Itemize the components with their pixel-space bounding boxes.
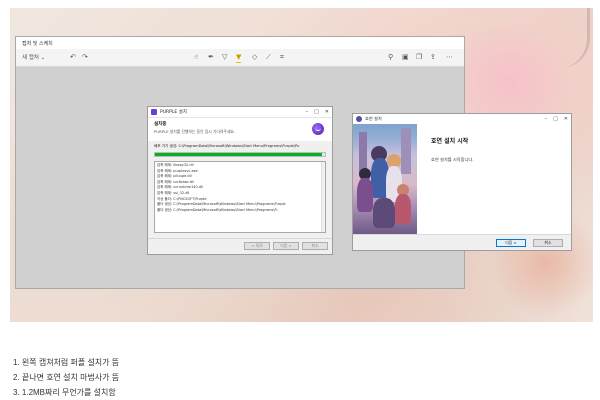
pencil-icon[interactable]: ▽ <box>222 53 227 62</box>
crop-icon[interactable]: ⌗ <box>280 53 284 62</box>
next-button[interactable]: 다음 > <box>496 239 526 247</box>
ballpoint-pen-icon[interactable]: ✒ <box>208 53 214 62</box>
current-task-text: 배포 가기 생성: C:\ProgramData\Microsoft\Windo… <box>154 144 300 148</box>
hoyeon-installer-title: 호연 설치 <box>365 116 382 121</box>
new-snip-button[interactable]: 새 캡처 ⌄ <box>22 54 45 63</box>
snipping-tool-toolbar: 새 캡처 ⌄ ↶ ↷ ☝ ✒ ▽ ▼ ◇ ⟋ ⌗ ⚲ ▣ ❐ ⇪ ⋯ <box>16 49 464 67</box>
hoyeon-welcome-panel: 호연 설치 시작 호연 설치를 시작합니다. <box>353 124 571 234</box>
purple-header-subtitle: PURPLE 설치를 진행하는 동안 잠시 기다려주세요. <box>154 129 236 134</box>
purple-app-icon <box>151 109 157 115</box>
log-scrollbar[interactable] <box>321 162 325 232</box>
back-button[interactable]: < 뒤로 <box>244 242 270 250</box>
eraser-icon[interactable]: ◇ <box>252 53 257 62</box>
note-line: 2. 끝나면 호연 설치 마법사가 뜸 <box>13 373 120 382</box>
purple-installer-title: PURPLE 설치 <box>160 110 187 115</box>
maximize-icon[interactable]: □ <box>314 109 319 115</box>
maximize-icon[interactable]: □ <box>553 116 558 122</box>
wallpaper-decoration <box>550 8 590 68</box>
snipping-tool-title: 캡처 및 스케치 <box>22 40 53 47</box>
new-snip-label: 새 캡처 <box>22 55 39 61</box>
install-log-list[interactable]: 압축 해제: libeay32.dll 압축 해제: purplesvc.exe 압… <box>154 161 326 233</box>
purple-installer-body: 배포 가기 생성: C:\ProgramData\Microsoft\Windo… <box>148 141 332 236</box>
close-icon[interactable]: ✕ <box>325 109 329 115</box>
hoyeon-installer-footer: 다음 > 취소 <box>353 234 571 250</box>
hoyeon-installer-window: 호연 설치 – □ ✕ 호연 설치 시작 호연 설치를 시작합니다. 다음 > … <box>352 113 572 251</box>
install-progress-bar <box>154 152 326 157</box>
purple-installer-titlebar: PURPLE 설치 – □ ✕ <box>148 107 332 118</box>
purple-logo-icon <box>312 123 324 135</box>
note-line: 1. 왼쪽 캡쳐처럼 퍼플 설치가 뜸 <box>13 358 120 367</box>
more-icon[interactable]: ⋯ <box>446 53 453 62</box>
redo-icon[interactable]: ↷ <box>82 53 88 62</box>
note-line: 3. 1.2MB짜리 무언가를 설치함 <box>13 388 116 397</box>
hoyeon-description: 호연 설치를 시작합니다. <box>431 157 474 162</box>
purple-installer-header: 설치중 PURPLE 설치를 진행하는 동안 잠시 기다려주세요. <box>148 118 332 141</box>
hoyeon-installer-titlebar: 호연 설치 – □ ✕ <box>353 114 571 124</box>
game-artwork-image <box>353 124 417 234</box>
share-icon[interactable]: ⇪ <box>430 53 436 62</box>
footer-divider <box>148 238 332 239</box>
minimize-icon[interactable]: – <box>306 109 309 115</box>
post-notes: 1. 왼쪽 캡쳐처럼 퍼플 설치가 뜸 2. 끝나면 호연 설치 마법사가 뜸 3.… <box>13 355 119 400</box>
hoyeon-app-icon <box>356 116 362 122</box>
close-icon[interactable]: ✕ <box>564 116 568 122</box>
purple-installer-footer: < 뒤로 다음 > 취소 <box>244 242 328 250</box>
minimize-icon[interactable]: – <box>545 116 548 122</box>
zoom-icon[interactable]: ⚲ <box>388 53 393 62</box>
purple-header-title: 설치중 <box>154 122 167 127</box>
ruler-icon[interactable]: ⟋ <box>266 53 271 62</box>
next-button[interactable]: 다음 > <box>273 242 299 250</box>
cancel-button[interactable]: 취소 <box>302 242 328 250</box>
touch-writing-icon[interactable]: ☝ <box>194 53 198 62</box>
screenshot-stage: 캡처 및 스케치 새 캡처 ⌄ ↶ ↷ ☝ ✒ ▽ ▼ ◇ ⟋ ⌗ ⚲ ▣ ❐ … <box>0 0 600 400</box>
save-icon[interactable]: ▣ <box>402 53 409 62</box>
purple-installer-window: PURPLE 설치 – □ ✕ 설치중 PURPLE 설치를 진행하는 동안 잠… <box>147 106 333 255</box>
install-progress-fill <box>155 153 322 156</box>
copy-icon[interactable]: ❐ <box>416 53 422 62</box>
cancel-button[interactable]: 취소 <box>533 239 563 247</box>
snipping-tool-titlebar: 캡처 및 스케치 <box>16 37 464 49</box>
log-line: 폴더 생성: C:\ProgramData\Microsoft\Windows\… <box>157 207 280 212</box>
undo-icon[interactable]: ↶ <box>70 53 76 62</box>
hoyeon-heading: 호연 설치 시작 <box>431 138 469 145</box>
highlighter-icon[interactable]: ▼ <box>236 53 242 63</box>
